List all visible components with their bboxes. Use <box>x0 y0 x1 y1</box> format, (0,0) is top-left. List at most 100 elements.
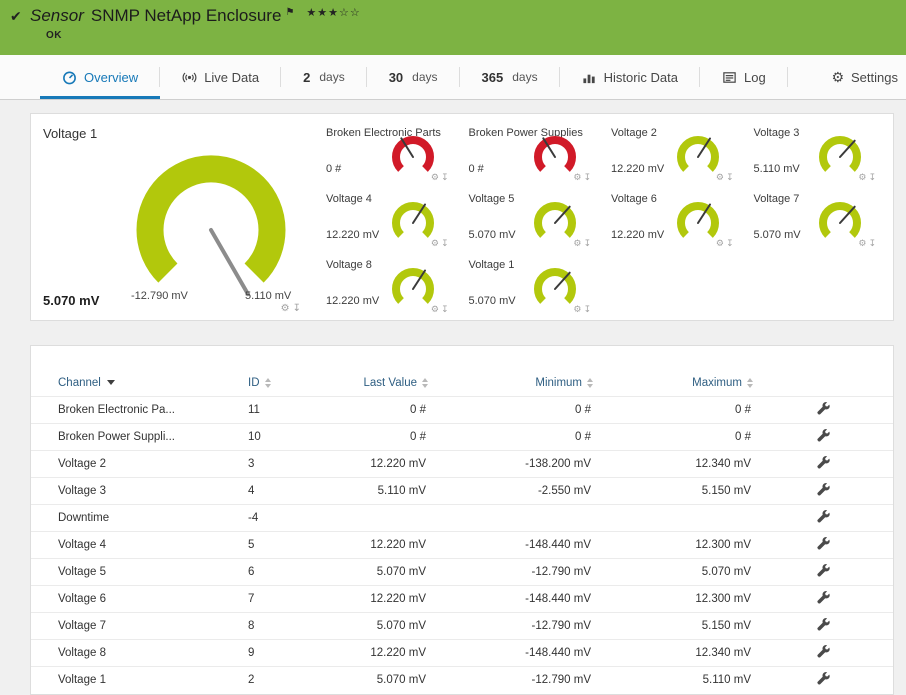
gear-icon: ⚙ <box>831 69 845 85</box>
cell-minimum: -12.790 mV <box>428 665 593 693</box>
gauge-label: Voltage 1 <box>468 259 515 271</box>
gauge-gear-icon[interactable]: ⚙ <box>858 172 868 182</box>
tab-historic-data[interactable]: Historic Data <box>560 55 701 99</box>
gauge-gear-icon[interactable]: ⚙ <box>716 238 726 248</box>
channel-row[interactable]: Voltage 7 8 5.070 mV -12.790 mV 5.150 mV <box>31 611 893 639</box>
cell-last-value: 5.070 mV <box>348 665 428 693</box>
sensor-name: SNMP NetApp Enclosure <box>90 6 282 25</box>
channel-settings-icon[interactable] <box>816 644 830 658</box>
main-gauge-title: Voltage 1 <box>43 126 98 141</box>
gauge-tile[interactable]: Voltage 7 5.070 mV ⚙↧ <box>744 185 887 251</box>
channel-settings-icon[interactable] <box>816 617 830 631</box>
channel-row[interactable]: Broken Power Suppli... 10 0 # 0 # 0 # <box>31 422 893 450</box>
gauge-tile[interactable]: Voltage 5 5.070 mV ⚙↧ <box>459 185 602 251</box>
channel-settings-icon[interactable] <box>816 563 830 577</box>
col-header-channel[interactable]: Channel <box>31 370 248 396</box>
channel-row[interactable]: Voltage 6 7 12.220 mV -148.440 mV 12.300… <box>31 584 893 612</box>
cell-last-value: 12.220 mV <box>348 584 428 612</box>
channel-settings-icon[interactable] <box>816 482 830 496</box>
channel-row[interactable]: Voltage 8 9 12.220 mV -148.440 mV 12.340… <box>31 638 893 666</box>
channel-settings-icon[interactable] <box>816 536 830 550</box>
gauge-tile[interactable]: Voltage 3 5.110 mV ⚙↧ <box>744 119 887 185</box>
cell-channel: Broken Electronic Pa... <box>31 395 248 423</box>
gauge-download-icon[interactable]: ↧ <box>583 172 593 182</box>
gauge-download-icon[interactable]: ↧ <box>868 238 878 248</box>
channel-settings-icon[interactable] <box>816 401 830 415</box>
gauge-gear-icon[interactable]: ⚙ <box>573 238 583 248</box>
tab-365-days[interactable]: 365 days <box>460 55 560 99</box>
channel-settings-icon[interactable] <box>816 590 830 604</box>
gauge-tile[interactable]: Voltage 6 12.220 mV ⚙↧ <box>601 185 744 251</box>
main-gauge-actions: ⚙↧ <box>281 303 304 314</box>
gauge-gear-icon[interactable]: ⚙ <box>431 172 441 182</box>
gauge-gear-icon[interactable]: ⚙ <box>431 304 441 314</box>
channel-row[interactable]: Broken Electronic Pa... 11 0 # 0 # 0 # <box>31 395 893 423</box>
gauge-download-icon[interactable]: ↧ <box>293 303 304 314</box>
channels-table-panel: Channel ID Last Value Minimum Maximum Br… <box>30 345 894 695</box>
cell-minimum <box>428 503 593 531</box>
col-header-last-value[interactable]: Last Value <box>348 370 428 396</box>
channel-settings-icon[interactable] <box>816 428 830 442</box>
cell-minimum: -12.790 mV <box>428 611 593 639</box>
gauge-tile[interactable]: Voltage 2 12.220 mV ⚙↧ <box>601 119 744 185</box>
col-header-minimum[interactable]: Minimum <box>428 370 593 396</box>
channel-settings-icon[interactable] <box>816 455 830 469</box>
cell-channel: Voltage 5 <box>31 557 248 585</box>
gauge-gear-icon[interactable]: ⚙ <box>573 172 583 182</box>
tab-settings[interactable]: ⚙ Settings <box>809 55 906 99</box>
gauge-tile[interactable]: Voltage 8 12.220 mV ⚙↧ <box>316 251 459 317</box>
gauge-actions: ⚙↧ <box>716 238 736 249</box>
gauge-download-icon[interactable]: ↧ <box>441 238 451 248</box>
cell-maximum: 0 # <box>593 422 753 450</box>
tab-overview[interactable]: Overview <box>40 55 161 99</box>
status-ok-check-icon: ✔ <box>10 8 22 24</box>
gauge-download-icon[interactable]: ↧ <box>583 238 593 248</box>
channel-row[interactable]: Voltage 2 3 12.220 mV -138.200 mV 12.340… <box>31 449 893 477</box>
gauge-tile[interactable]: Voltage 1 5.070 mV ⚙↧ <box>459 251 602 317</box>
channel-row[interactable]: Voltage 5 6 5.070 mV -12.790 mV 5.070 mV <box>31 557 893 585</box>
channel-row[interactable]: Voltage 4 5 12.220 mV -148.440 mV 12.300… <box>31 530 893 558</box>
gauge-download-icon[interactable]: ↧ <box>868 172 878 182</box>
col-header-id[interactable]: ID <box>248 370 348 396</box>
gauge-gear-icon[interactable]: ⚙ <box>858 238 868 248</box>
sort-icon <box>587 377 593 388</box>
gauge-download-icon[interactable]: ↧ <box>583 304 593 314</box>
cell-channel: Voltage 4 <box>31 530 248 558</box>
gauge-download-icon[interactable]: ↧ <box>726 238 736 248</box>
main-gauge: Voltage 1 -12.790 mV 5.110 mV 5.070 mV ⚙… <box>31 114 316 320</box>
gauge-gear-icon[interactable]: ⚙ <box>281 303 293 314</box>
gauge-download-icon[interactable]: ↧ <box>441 304 451 314</box>
gauge-tile[interactable]: Broken Power Supplies 0 # ⚙↧ <box>459 119 602 185</box>
channel-row[interactable]: Downtime -4 <box>31 503 893 531</box>
gauge-tile[interactable]: Broken Electronic Parts 0 # ⚙↧ <box>316 119 459 185</box>
log-list-icon <box>722 70 737 85</box>
priority-stars[interactable]: ★★★☆☆ <box>306 7 360 19</box>
gauge-download-icon[interactable]: ↧ <box>726 172 736 182</box>
page-title: Sensor SNMP NetApp Enclosure ⚑ ★★★☆☆ <box>30 6 361 26</box>
tab-log[interactable]: Log <box>700 55 788 99</box>
channel-row[interactable]: Voltage 1 2 5.070 mV -12.790 mV 5.110 mV <box>31 665 893 693</box>
gauge-gear-icon[interactable]: ⚙ <box>573 304 583 314</box>
tab-label: Log <box>744 69 766 85</box>
channel-settings-icon[interactable] <box>816 671 830 685</box>
gauge-label: Voltage 2 <box>611 127 657 139</box>
tab-2-days[interactable]: 2 days <box>281 55 367 99</box>
cell-maximum: 5.150 mV <box>593 476 753 504</box>
col-header-maximum[interactable]: Maximum <box>593 370 753 396</box>
gauge-value: 0 # <box>326 163 342 175</box>
gauge-download-icon[interactable]: ↧ <box>441 172 451 182</box>
tab-30-days[interactable]: 30 days <box>367 55 460 99</box>
gauge-value: 12.220 mV <box>326 295 380 307</box>
cell-maximum: 12.340 mV <box>593 638 753 666</box>
flag-icon[interactable]: ⚑ <box>285 7 294 18</box>
gauge-gear-icon[interactable]: ⚙ <box>716 172 726 182</box>
main-gauge-max-label: 5.110 mV <box>245 290 292 302</box>
channel-settings-icon[interactable] <box>816 509 830 523</box>
tab-bar: Overview Live Data 2 days 30 days 365 da… <box>0 55 906 100</box>
cell-id: 5 <box>248 530 348 558</box>
channel-row[interactable]: Voltage 3 4 5.110 mV -2.550 mV 5.150 mV <box>31 476 893 504</box>
tab-label: Live Data <box>204 69 260 85</box>
gauge-gear-icon[interactable]: ⚙ <box>431 238 441 248</box>
tab-live-data[interactable]: Live Data <box>160 55 282 99</box>
gauge-tile[interactable]: Voltage 4 12.220 mV ⚙↧ <box>316 185 459 251</box>
